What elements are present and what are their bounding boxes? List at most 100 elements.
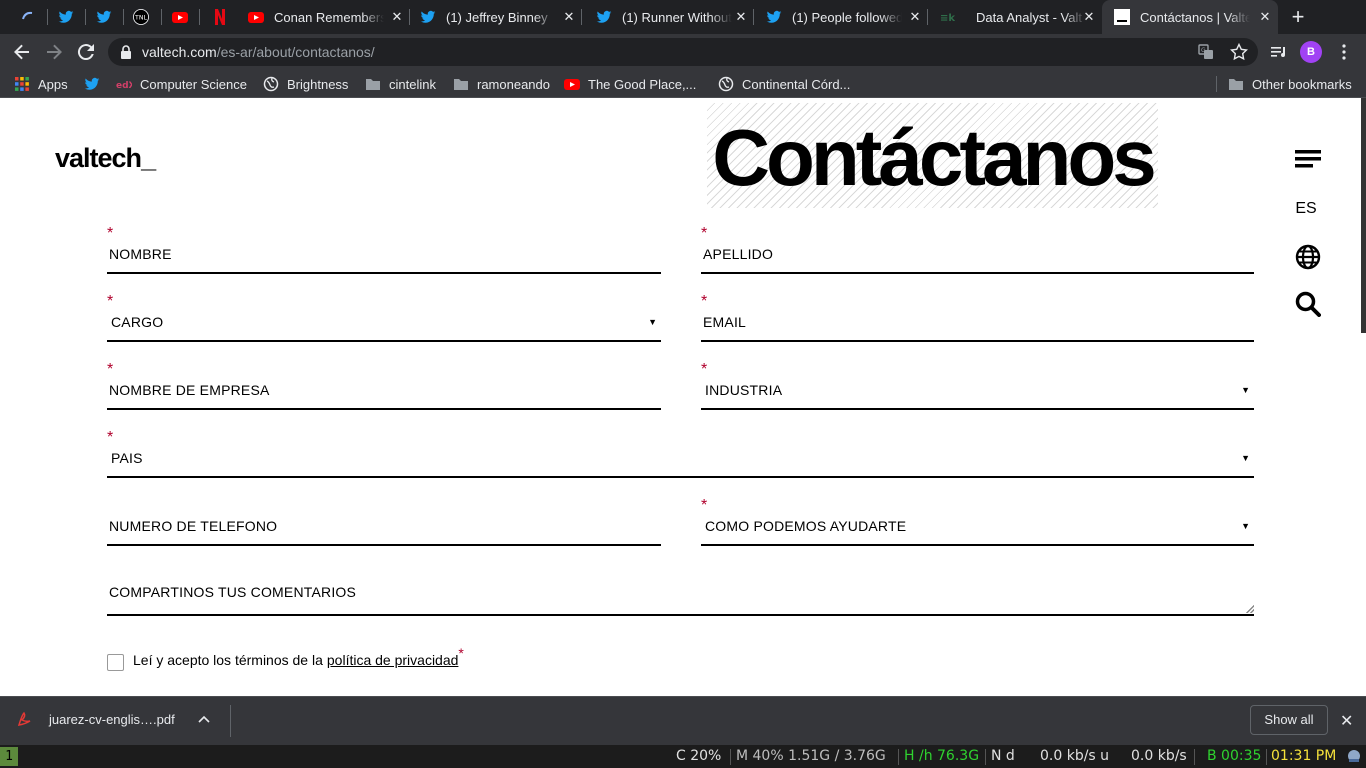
twitter-icon [420,9,436,25]
playlist-icon [1271,47,1285,57]
media-controls-button[interactable] [1266,40,1290,64]
tab-conan[interactable]: Conan Remembers ✕ [238,0,410,34]
ayuda-select[interactable]: * COMO PODEMOS AYUDARTE ▼ [701,497,1254,546]
translate-icon[interactable]: G [1198,44,1214,65]
tab-data-analyst[interactable]: ≡k Data Analyst - Valt ✕ [928,0,1102,34]
apellido-field[interactable]: * APELLIDO [701,225,1254,274]
status-separator [1194,749,1195,765]
forward-button[interactable] [42,40,66,64]
bookmark-computer-science[interactable]: edX Computer Science [116,75,247,93]
tab-contactanos-active[interactable]: Contáctanos | Valte ✕ [1102,0,1278,34]
tab-pinned-4[interactable]: TNL [124,0,162,34]
telefono-label: NUMERO DE TELEFONO [109,518,278,534]
email-field[interactable]: * EMAIL [701,293,1254,342]
tab-title: (1) Runner Without [622,9,732,25]
bookmark-label: cintelink [389,76,436,92]
required-mark: * [701,361,708,378]
tab-pinned-5[interactable] [162,0,200,34]
svg-text:G: G [1201,47,1206,54]
folder-icon [365,76,381,92]
bookmark-apps[interactable]: Apps [14,75,68,93]
youtube-icon [172,9,188,25]
download-item[interactable]: juarez-cv-englis….pdf [16,711,175,727]
language-selector[interactable]: ES [1290,200,1322,218]
close-tab-icon[interactable]: ✕ [734,10,748,24]
bookmark-label: Apps [38,76,68,92]
close-download-bar-icon[interactable]: ✕ [1340,711,1353,731]
bookmark-label: ramoneando [477,76,550,92]
bookmark-brightness[interactable]: Brightness [263,75,348,93]
star-bookmark-icon[interactable] [1229,42,1249,66]
clock: 01:31 PM [1271,748,1337,764]
bookmark-label: Continental Córd... [742,76,851,92]
required-mark: * [701,293,708,310]
tab-people[interactable]: (1) People followed ✕ [756,0,928,34]
required-mark: * [107,361,114,378]
close-tab-icon[interactable]: ✕ [390,10,404,24]
telefono-field[interactable]: NUMERO DE TELEFONO [107,506,661,546]
logo-suffix: _ [141,143,156,173]
bookmark-good-place[interactable]: The Good Place,... [564,75,696,93]
close-tab-icon[interactable]: ✕ [562,10,576,24]
bookmark-cintelink[interactable]: cintelink [365,75,436,93]
comentarios-label: COMPARTINOS TUS COMENTARIOS [109,584,357,600]
new-tab-button[interactable]: + [1286,5,1310,29]
reload-button[interactable] [74,40,98,64]
bookmark-twitter[interactable] [84,75,108,93]
bookmark-continental[interactable]: Continental Córd... [718,75,850,93]
show-all-button[interactable]: Show all [1250,705,1328,735]
dropdown-caret-icon: ▼ [1241,521,1250,531]
arrow-right-icon [47,44,62,60]
nombre-field[interactable]: * NOMBRE [107,225,661,274]
bookmark-ramoneando[interactable]: ramoneando [453,75,550,93]
bookmarks-separator [1216,76,1217,92]
close-tab-icon[interactable]: ✕ [1082,10,1096,24]
bookmark-other[interactable]: Other bookmarks [1228,75,1352,93]
cpu-usage: C 20% [676,748,722,764]
chevron-up-icon[interactable] [198,712,210,726]
twitter-icon [84,76,100,92]
url-path: /es-ar/about/contactanos/ [216,44,375,60]
workspace-indicator[interactable]: 1 [0,747,18,766]
tab-pinned-2[interactable] [48,0,86,34]
search-button[interactable] [1294,290,1322,318]
empresa-field[interactable]: * NOMBRE DE EMPRESA [107,361,661,410]
url-domain: valtech.com [142,44,217,60]
download-filename: juarez-cv-englis….pdf [49,711,175,727]
close-tab-icon[interactable]: ✕ [908,10,922,24]
hamburger-menu-button[interactable] [1294,145,1322,173]
profile-avatar[interactable]: B [1300,41,1322,63]
privacy-checkbox[interactable] [107,653,124,671]
page-scrollbar[interactable] [1361,98,1366,333]
reload-icon [77,44,94,61]
search-icon [1295,291,1321,317]
resize-handle-icon[interactable] [1246,605,1254,613]
battery-status: B 00:35 [1207,748,1262,764]
tab-pinned-1[interactable] [10,0,48,34]
twitter-icon [96,9,112,25]
ayuda-label: COMO PODEMOS AYUDARTE [705,518,907,534]
dropdown-caret-icon: ▼ [1241,453,1250,463]
pais-select[interactable]: * PAIS ▼ [107,429,1254,478]
network-interface: N d [991,748,1015,764]
back-button[interactable] [10,40,34,64]
globe-button[interactable] [1294,243,1322,271]
svg-text:≡k: ≡k [940,13,955,24]
tab-runner[interactable]: (1) Runner Without ✕ [582,0,754,34]
industria-select[interactable]: * INDUSTRIA ▼ [701,361,1254,410]
tray-app-icon[interactable] [1346,748,1362,768]
status-separator [1266,749,1267,765]
required-mark: * [107,225,114,242]
privacy-policy-link[interactable]: política de privacidad [327,652,459,668]
lock-icon[interactable] [120,45,132,64]
close-tab-icon[interactable]: ✕ [1258,10,1272,24]
required-mark: * [701,225,708,242]
valtech-logo[interactable]: valtech_ [55,143,156,174]
tab-pinned-6[interactable] [200,0,238,34]
cargo-select[interactable]: * CARGO ▼ [107,293,661,342]
address-bar[interactable]: valtech.com/es-ar/about/contactanos/ G [108,38,1258,66]
tab-jeffrey[interactable]: (1) Jeffrey Binney ✕ [410,0,582,34]
chrome-menu-button[interactable] [1332,40,1356,64]
tab-pinned-3[interactable] [86,0,124,34]
comentarios-textarea[interactable]: COMPARTINOS TUS COMENTARIOS [107,574,1254,616]
